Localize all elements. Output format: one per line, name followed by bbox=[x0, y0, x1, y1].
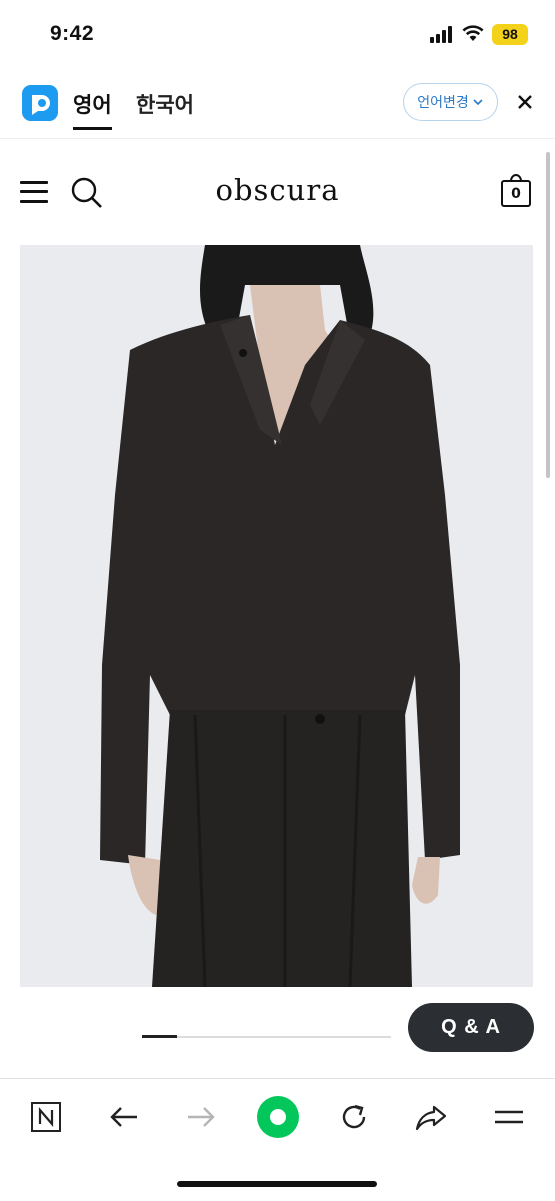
papago-logo-icon[interactable] bbox=[22, 85, 58, 121]
status-bar: 9:42 98 bbox=[0, 0, 555, 70]
share-icon[interactable] bbox=[411, 1097, 451, 1137]
change-language-button[interactable]: 언어변경 bbox=[403, 83, 498, 121]
cellular-signal-icon bbox=[430, 26, 454, 43]
product-image[interactable] bbox=[20, 245, 533, 987]
naver-n-icon[interactable] bbox=[26, 1097, 66, 1137]
product-photo bbox=[20, 245, 533, 987]
brand-logo[interactable]: obscura bbox=[0, 173, 555, 207]
forward-arrow-icon[interactable] bbox=[181, 1097, 221, 1137]
cart-count: 0 bbox=[511, 186, 521, 202]
close-icon[interactable] bbox=[513, 90, 537, 114]
status-time: 9:42 bbox=[50, 22, 95, 45]
chevron-down-icon bbox=[473, 99, 483, 106]
translation-bar: 영어 한국어 언어변경 bbox=[0, 70, 555, 139]
battery-indicator: 98 bbox=[492, 24, 528, 45]
page-scrollbar[interactable] bbox=[546, 152, 550, 478]
qa-button[interactable]: Q & A bbox=[408, 1003, 534, 1052]
site-header: obscura 0 bbox=[0, 140, 555, 245]
wifi-icon bbox=[462, 25, 484, 41]
green-dot-icon[interactable] bbox=[256, 1095, 300, 1139]
refresh-icon[interactable] bbox=[334, 1097, 374, 1137]
menu-icon[interactable] bbox=[489, 1097, 529, 1137]
tab-korean[interactable]: 한국어 bbox=[136, 89, 194, 119]
change-language-label: 언어변경 bbox=[417, 95, 469, 111]
gallery-progress bbox=[142, 1035, 391, 1038]
shopping-bag-icon[interactable]: 0 bbox=[500, 172, 532, 208]
back-arrow-icon[interactable] bbox=[104, 1097, 144, 1137]
tab-english[interactable]: 영어 bbox=[73, 89, 112, 130]
gallery-progress-thumb bbox=[142, 1035, 177, 1038]
home-indicator bbox=[177, 1181, 377, 1187]
